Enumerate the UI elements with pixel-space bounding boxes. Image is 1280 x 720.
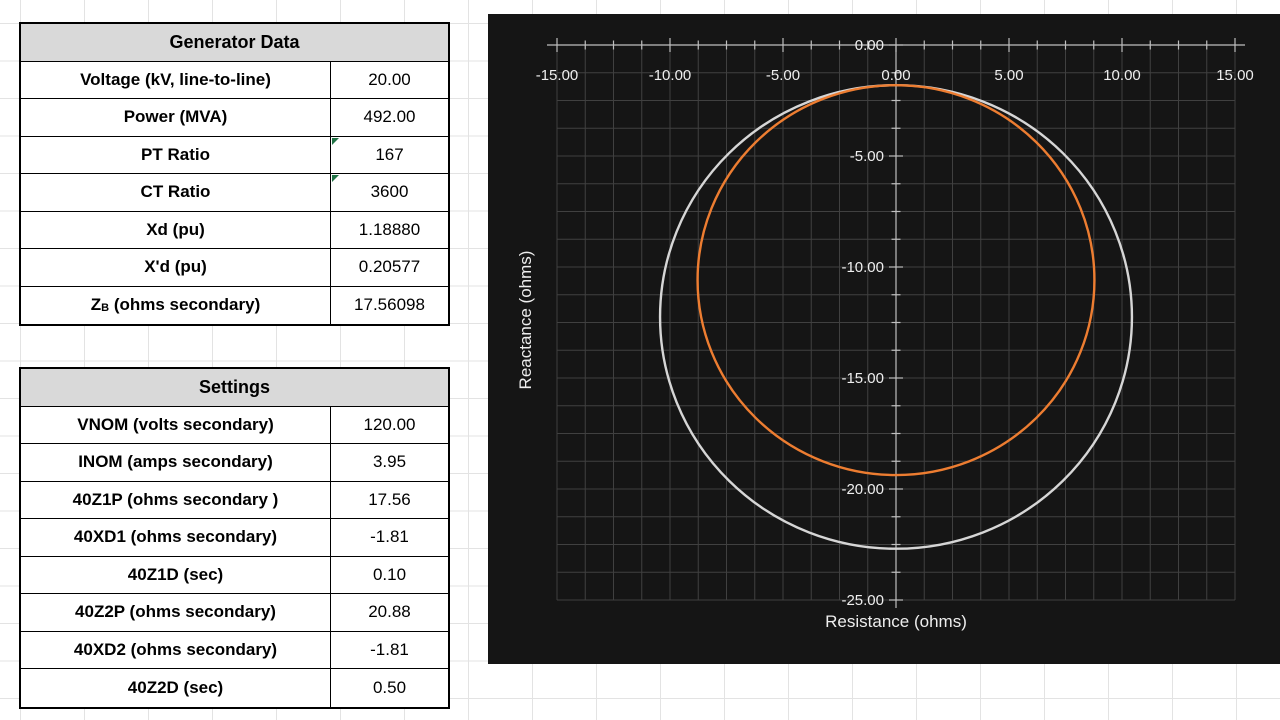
row-40z1p: 40Z1P (ohms secondary ) 17.56 [21, 481, 448, 519]
cell-40xd2-label[interactable]: 40XD2 (ohms secondary) [21, 631, 331, 668]
cell-xd-prime-value[interactable]: 0.20577 [331, 249, 448, 286]
cell-zb-value[interactable]: 17.56098 [331, 287, 448, 325]
row-40xd2: 40XD2 (ohms secondary) -1.81 [21, 631, 448, 669]
svg-text:-5.00: -5.00 [850, 148, 884, 165]
settings-table-header[interactable]: Settings [21, 369, 448, 407]
cell-40z2p-value[interactable]: 20.88 [331, 594, 448, 631]
cell-power-value[interactable]: 492.00 [331, 99, 448, 136]
cell-40xd1-label[interactable]: 40XD1 (ohms secondary) [21, 519, 331, 556]
row-inom: INOM (amps secondary) 3.95 [21, 444, 448, 482]
generator-table-header[interactable]: Generator Data [21, 24, 448, 62]
cell-text: 167 [375, 144, 404, 164]
zb-rest: (ohms secondary) [109, 295, 261, 315]
row-40z1d: 40Z1D (sec) 0.10 [21, 556, 448, 594]
cell-vnom-label[interactable]: VNOM (volts secondary) [21, 406, 331, 443]
mho-chart-svg: -15.00 -10.00 -5.00 0.00 5.00 10.00 15.00 0.00 -… [516, 37, 1254, 631]
cell-ct-ratio-value[interactable]: 3600 [331, 174, 448, 211]
svg-text:10.00: 10.00 [1103, 67, 1141, 84]
cell-40z2d-value[interactable]: 0.50 [331, 669, 448, 707]
cell-pt-ratio-value[interactable]: 167 [331, 137, 448, 174]
row-power-mva: Power (MVA) 492.00 [21, 99, 448, 137]
cell-ct-ratio-label[interactable]: CT Ratio [21, 174, 331, 211]
impedance-chart[interactable]: -15.00 -10.00 -5.00 0.00 5.00 10.00 15.00 0.00 -… [488, 14, 1280, 664]
generator-data-table: Generator Data Voltage (kV, line-to-line… [19, 22, 450, 326]
cell-voltage-value[interactable]: 20.00 [331, 62, 448, 99]
svg-text:0.00: 0.00 [881, 67, 910, 84]
cell-40z1d-label[interactable]: 40Z1D (sec) [21, 556, 331, 593]
cell-xd-label[interactable]: Xd (pu) [21, 211, 331, 248]
cell-zb-label[interactable]: ZB (ohms secondary) [21, 286, 331, 324]
row-xd-prime: X'd (pu) 0.20577 [21, 249, 448, 287]
svg-text:15.00: 15.00 [1216, 67, 1254, 84]
cell-40z2p-label[interactable]: 40Z2P (ohms secondary) [21, 594, 331, 631]
error-flag-icon [332, 175, 339, 182]
cell-40xd1-value[interactable]: -1.81 [331, 519, 448, 556]
row-xd: Xd (pu) 1.18880 [21, 211, 448, 249]
svg-text:5.00: 5.00 [994, 67, 1023, 84]
cell-text: 3600 [370, 182, 409, 202]
cell-40z1p-value[interactable]: 17.56 [331, 482, 448, 519]
cell-40xd2-value[interactable]: -1.81 [331, 632, 448, 669]
cell-40z1p-label[interactable]: 40Z1P (ohms secondary ) [21, 481, 331, 518]
settings-table: Settings VNOM (volts secondary) 120.00 I… [19, 367, 450, 709]
svg-text:0.00: 0.00 [855, 37, 884, 54]
zb-subscript: B [101, 301, 110, 314]
row-vnom: VNOM (volts secondary) 120.00 [21, 406, 448, 444]
cell-40z1d-value[interactable]: 0.10 [331, 557, 448, 594]
x-axis-title: Resistance (ohms) [825, 612, 967, 631]
cell-40z2d-label[interactable]: 40Z2D (sec) [21, 669, 331, 707]
cell-xd-value[interactable]: 1.18880 [331, 212, 448, 249]
error-flag-icon [332, 137, 339, 145]
row-40xd1: 40XD1 (ohms secondary) -1.81 [21, 519, 448, 557]
zb-main: Z [90, 295, 102, 315]
cell-inom-value[interactable]: 3.95 [331, 444, 448, 481]
svg-text:-15.00: -15.00 [841, 370, 884, 387]
svg-text:-15.00: -15.00 [536, 67, 579, 84]
cell-inom-label[interactable]: INOM (amps secondary) [21, 444, 331, 481]
cell-xd-prime-label[interactable]: X'd (pu) [21, 249, 331, 286]
cell-pt-ratio-label[interactable]: PT Ratio [21, 136, 331, 173]
svg-text:-5.00: -5.00 [766, 67, 800, 84]
cell-voltage-label[interactable]: Voltage (kV, line-to-line) [21, 61, 331, 98]
svg-text:-20.00: -20.00 [841, 481, 884, 498]
cell-power-label[interactable]: Power (MVA) [21, 99, 331, 136]
row-pt-ratio: PT Ratio 167 [21, 136, 448, 174]
row-ct-ratio: CT Ratio 3600 [21, 174, 448, 212]
svg-text:-25.00: -25.00 [841, 592, 884, 609]
svg-text:-10.00: -10.00 [649, 67, 692, 84]
spreadsheet-canvas: Generator Data Voltage (kV, line-to-line… [0, 0, 1280, 720]
svg-text:-10.00: -10.00 [841, 259, 884, 276]
y-axis-title: Reactance (ohms) [516, 251, 535, 390]
row-voltage: Voltage (kV, line-to-line) 20.00 [21, 61, 448, 99]
row-40z2d: 40Z2D (sec) 0.50 [21, 669, 448, 707]
cell-vnom-value[interactable]: 120.00 [331, 407, 448, 444]
row-40z2p: 40Z2P (ohms secondary) 20.88 [21, 594, 448, 632]
row-zb: ZB (ohms secondary) 17.56098 [21, 286, 448, 325]
